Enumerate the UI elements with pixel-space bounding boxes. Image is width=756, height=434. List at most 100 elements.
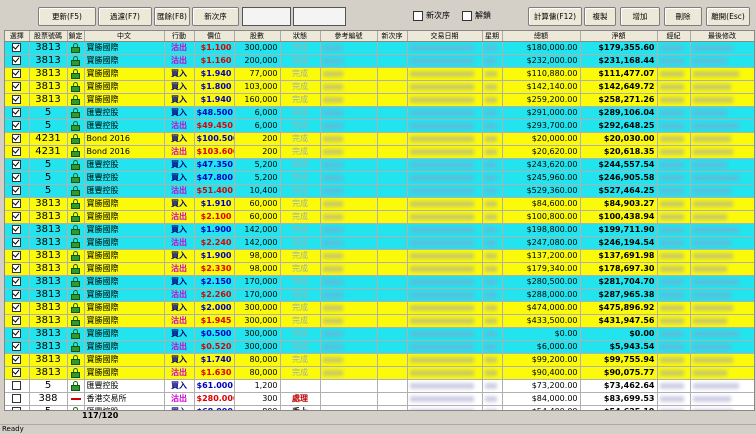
select-checkbox[interactable] (12, 186, 22, 195)
table-row[interactable]: 3813 寶勝國際 買入 $1.800 103,000 完成 $142,140.00 $142… (5, 80, 754, 94)
table-row[interactable]: 5 匯豐控股 沽出 $49.450 6,000 完成 $293,700.00 $292,648… (5, 119, 754, 133)
lock-cell[interactable] (67, 80, 85, 94)
table-row[interactable]: 5 匯豐控股 沽出 $51.400 10,400 完成 $529,360.00 $527,46… (5, 184, 754, 198)
select-checkbox[interactable] (12, 277, 22, 286)
select-cell[interactable] (5, 106, 30, 120)
select-cell[interactable] (5, 366, 30, 380)
column-header[interactable]: 經紀 (657, 31, 691, 42)
input-box-1[interactable] (242, 7, 291, 26)
column-header[interactable]: 狀態 (280, 31, 321, 42)
select-checkbox[interactable] (12, 381, 22, 390)
column-header[interactable]: 淨額 (580, 31, 658, 42)
table-row[interactable]: 3813 寶勝國際 買入 $2.000 300,000 完成 $474,000.00 $475… (5, 301, 754, 315)
select-cell[interactable] (5, 158, 30, 172)
lock-cell[interactable] (67, 262, 85, 276)
select-checkbox[interactable] (12, 199, 22, 208)
select-cell[interactable] (5, 340, 30, 354)
select-cell[interactable] (5, 288, 30, 302)
table-row[interactable]: 3813 寶勝國際 沽出 $1.630 80,000 完成 $90,400.00 $90,07… (5, 366, 754, 380)
select-cell[interactable] (5, 145, 30, 159)
refresh-button[interactable]: 更新(F5) (38, 7, 96, 26)
leave-button[interactable]: 離開(Esc) (706, 7, 750, 26)
select-cell[interactable] (5, 262, 30, 276)
select-cell[interactable] (5, 184, 30, 198)
column-header[interactable]: 鎖定 (67, 31, 85, 42)
select-cell[interactable] (5, 314, 30, 328)
filter-button[interactable]: 過濾(F7) (98, 7, 152, 26)
column-header[interactable]: 星期 (482, 31, 503, 42)
select-checkbox[interactable] (12, 394, 22, 403)
select-checkbox[interactable] (12, 173, 22, 182)
lock-cell[interactable] (67, 106, 85, 120)
lock-cell[interactable] (67, 171, 85, 185)
table-row[interactable]: 3813 寶勝國際 買入 $0.500 300,000 完成 $0.00 $0.00 (5, 327, 754, 341)
table-row[interactable]: 5 匯豐控股 買入 $47.350 5,200 完成 $243,620.00 $244,557… (5, 158, 754, 172)
select-cell[interactable] (5, 353, 30, 367)
lock-cell[interactable] (67, 158, 85, 172)
select-cell[interactable] (5, 275, 30, 289)
select-cell[interactable] (5, 327, 30, 341)
select-cell[interactable] (5, 301, 30, 315)
table-row[interactable]: 3813 寶勝國際 買入 $1.900 98,000 完成 $137,200.00 $137,… (5, 249, 754, 263)
lock-cell[interactable] (67, 41, 85, 55)
lock-cell[interactable] (67, 288, 85, 302)
table-row[interactable]: 3813 寶勝國際 沽出 $2.330 98,000 完成 $179,340.00 $178,… (5, 262, 754, 276)
select-cell[interactable] (5, 54, 30, 68)
select-cell[interactable] (5, 392, 30, 406)
column-header[interactable]: 行動 (164, 31, 195, 42)
select-checkbox[interactable] (12, 43, 22, 52)
select-checkbox[interactable] (12, 238, 22, 247)
table-row[interactable]: 3813 寶勝國際 沽出 $2.260 170,000 完成 $288,000.00 $287… (5, 288, 754, 302)
delete-button[interactable]: 刪除 (664, 7, 702, 26)
table-row[interactable]: 5 匯豐控股 買入 $61.000 1,200 $73,200.00 $73,462.64 (5, 379, 754, 393)
table-row[interactable]: 3813 寶勝國際 沽出 $1.945 300,000 完成 $433,500.00 $431… (5, 314, 754, 328)
lock-cell[interactable] (67, 366, 85, 380)
lock-cell[interactable] (67, 392, 85, 406)
select-checkbox[interactable] (12, 95, 22, 104)
select-cell[interactable] (5, 379, 30, 393)
select-checkbox[interactable] (12, 316, 22, 325)
calc-fee-button[interactable]: 計算傭(F12) (528, 7, 582, 26)
select-checkbox[interactable] (12, 56, 22, 65)
lock-cell[interactable] (67, 54, 85, 68)
select-cell[interactable] (5, 132, 30, 146)
table-row[interactable]: 3813 寶勝國際 買入 $1.940 77,000 完成 $110,880.00 $111,… (5, 67, 754, 81)
select-cell[interactable] (5, 171, 30, 185)
lock-cell[interactable] (67, 93, 85, 107)
table-row[interactable]: 3813 寶勝國際 沽出 $0.520 300,000 完成 $6,000.00 $5,943… (5, 340, 754, 354)
table-row[interactable]: 3813 寶勝國際 買入 $1.900 142,000 完成 $198,800.00 $199… (5, 223, 754, 237)
column-header[interactable]: 價位 (194, 31, 235, 42)
select-cell[interactable] (5, 223, 30, 237)
select-checkbox[interactable] (12, 407, 22, 410)
lock-cell[interactable] (67, 132, 85, 146)
lock-cell[interactable] (67, 353, 85, 367)
table-row[interactable]: 5 匯豐控股 買入 $47.800 5,200 完成 $245,960.00 $246,905… (5, 171, 754, 185)
table-row[interactable]: 3813 寶勝國際 沽出 $1.160 200,000 完成 $232,000.00 $231… (5, 54, 754, 68)
table-row[interactable]: 5 匯豐控股 買入 $48.500 6,000 完成 $291,000.00 $289,106… (5, 106, 754, 120)
select-checkbox[interactable] (12, 303, 22, 312)
select-cell[interactable] (5, 210, 30, 224)
table-row[interactable]: 3813 寶勝國際 沽出 $2.100 60,000 完成 $100,800.00 $100,… (5, 210, 754, 224)
column-header[interactable]: 新次序 (377, 31, 408, 42)
lock-cell[interactable] (67, 197, 85, 211)
select-checkbox[interactable] (12, 290, 22, 299)
select-cell[interactable] (5, 236, 30, 250)
select-checkbox[interactable] (12, 69, 22, 78)
lock-cell[interactable] (67, 301, 85, 315)
table-row[interactable]: 3813 寶勝國際 買入 $1.740 80,000 完成 $99,200.00 $99,75… (5, 353, 754, 367)
table-row[interactable]: 388 香港交易所沽出$280.000300處理 $84,000.00$83,699… (5, 392, 754, 406)
add-button[interactable]: 增加 (620, 7, 660, 26)
select-cell[interactable] (5, 80, 30, 94)
select-checkbox[interactable] (12, 121, 22, 130)
select-checkbox[interactable] (12, 212, 22, 221)
select-checkbox[interactable] (12, 329, 22, 338)
column-header[interactable]: 股票號碼 (29, 31, 68, 42)
lock-cell[interactable] (67, 67, 85, 81)
table-row[interactable]: 3813 寶勝國際 沽出 $2.240 142,000 完成 $247,080.00 $246… (5, 236, 754, 250)
lock-cell[interactable] (67, 249, 85, 263)
unlock-checkbox[interactable]: 解鎖 (462, 10, 491, 22)
select-checkbox[interactable] (12, 134, 22, 143)
select-checkbox[interactable] (12, 264, 22, 273)
select-checkbox[interactable] (12, 368, 22, 377)
select-checkbox[interactable] (12, 355, 22, 364)
